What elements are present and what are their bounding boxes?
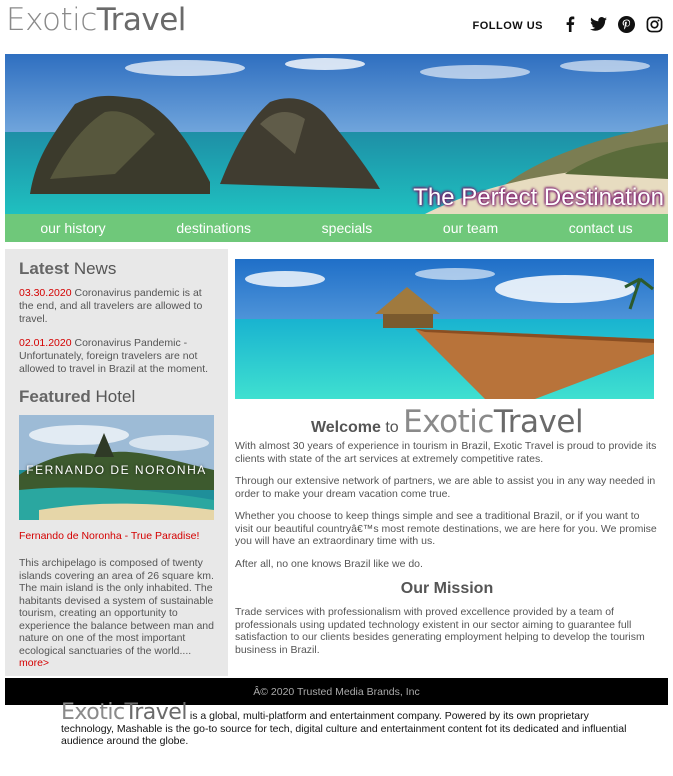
intro-paragraph: After all, no one knows Brazil like we d… — [235, 557, 423, 570]
welcome-to: to — [385, 419, 399, 436]
nav-specials[interactable]: specials — [322, 220, 373, 236]
sidebar: Latest News 03.30.2020 Coronavirus pande… — [5, 249, 228, 676]
hotel-image-caption: FERNANDO DE NORONHA — [26, 463, 207, 477]
copyright-text: Â© 2020 Trusted Media Brands, Inc — [253, 685, 420, 698]
hotel-description: This archipelago is composed of twenty i… — [19, 557, 214, 657]
facebook-icon[interactable] — [561, 15, 579, 33]
welcome-heading: Welcome to ExoticTravel — [235, 404, 659, 440]
latest-news-heading: Latest News — [19, 259, 117, 278]
news-date: 03.30.2020 — [19, 287, 72, 299]
featured-hotel-heading: Featured Hotel — [19, 387, 136, 406]
mission-paragraph: Trade services with professionalism with… — [235, 606, 645, 656]
social-bar: FOLLOW US — [473, 15, 664, 33]
logo-exotic-text: Exotic — [6, 2, 97, 38]
twitter-icon[interactable] — [589, 15, 607, 33]
hotel-title-link[interactable]: Fernando de Noronha - True Paradise! — [19, 530, 214, 542]
intro-paragraph: Through our extensive network of partner… — [235, 475, 656, 500]
bottom-about: ExoticTravel is a global, multi-platform… — [61, 702, 631, 748]
main-nav: our history destinations specials our te… — [5, 214, 668, 242]
mission-heading: Our Mission — [400, 580, 494, 597]
featured-hotel-image[interactable]: FERNANDO DE NORONHA — [19, 415, 214, 520]
site-logo[interactable]: ExoticTravel — [6, 2, 186, 38]
nav-our-team[interactable]: our team — [443, 220, 498, 236]
follow-us-label: FOLLOW US — [472, 20, 543, 32]
pier-image — [235, 259, 654, 399]
more-link[interactable]: more> — [19, 657, 214, 669]
welcome-word: Welcome — [310, 419, 381, 436]
news-item: 02.01.2020 Coronavirus Pandemic - Unfort… — [19, 337, 214, 376]
welcome-logo: ExoticTravel — [403, 404, 584, 440]
pinterest-icon[interactable] — [617, 15, 635, 33]
main-content: Welcome to ExoticTravel With almost 30 y… — [235, 259, 659, 666]
nav-destinations[interactable]: destinations — [176, 220, 251, 236]
nav-contact-us[interactable]: contact us — [569, 220, 633, 236]
bottom-logo[interactable]: ExoticTravel — [61, 700, 187, 725]
hero-banner: The Perfect Destination — [5, 54, 668, 214]
intro-paragraph: With almost 30 years of experience in to… — [235, 440, 657, 465]
hero-tagline: The Perfect Destination — [413, 184, 664, 211]
logo-travel-text: Travel — [96, 2, 187, 38]
nav-our-history[interactable]: our history — [40, 220, 105, 236]
instagram-icon[interactable] — [645, 15, 663, 33]
news-date: 02.01.2020 — [19, 337, 72, 349]
news-item: 03.30.2020 Coronavirus pandemic is at th… — [19, 287, 214, 326]
intro-paragraph: Whether you choose to keep things simple… — [235, 510, 657, 547]
